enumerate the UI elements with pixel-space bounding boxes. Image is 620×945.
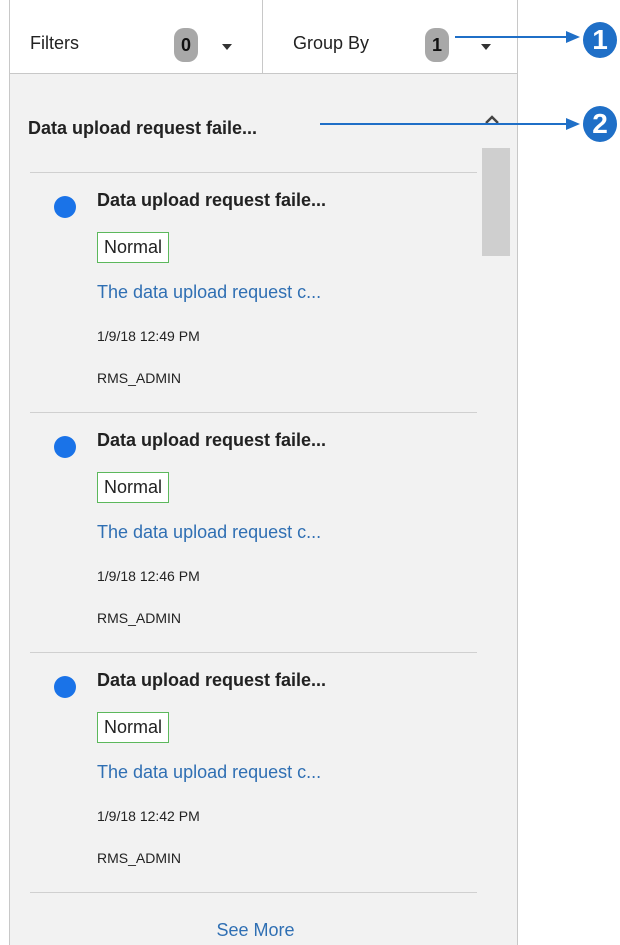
notification-item[interactable]: Data upload request faile... Normal The … (10, 652, 480, 892)
priority-badge: Normal (97, 472, 170, 503)
notification-title: Data upload request faile... (97, 430, 327, 450)
notification-description[interactable]: The data upload request c... (97, 282, 321, 303)
notification-title: Data upload request faile... (97, 670, 327, 690)
filters-button[interactable]: Filters 0 (10, 0, 263, 73)
notification-user: RMS_ADMIN (97, 610, 182, 626)
notifications-panel: Filters 0 Group By 1 Data upload request… (9, 0, 518, 945)
notification-description[interactable]: The data upload request c... (97, 522, 321, 543)
notification-user: RMS_ADMIN (97, 850, 182, 866)
group-by-count-badge: 1 (425, 28, 449, 62)
callout-arrowhead-1 (566, 31, 580, 43)
unread-dot-icon (54, 196, 76, 218)
divider (30, 892, 477, 893)
group-header-title[interactable]: Data upload request faile... (28, 118, 257, 139)
notification-user: RMS_ADMIN (97, 370, 182, 386)
chevron-up-icon[interactable] (484, 112, 500, 128)
toolbar: Filters 0 Group By 1 (10, 0, 517, 74)
see-more-link[interactable]: See More (10, 920, 501, 941)
group-by-button[interactable]: Group By 1 (263, 0, 517, 73)
notification-item[interactable]: Data upload request faile... Normal The … (10, 172, 480, 412)
unread-dot-icon (54, 676, 76, 698)
group-by-label: Group By (293, 33, 370, 53)
scrollbar-thumb[interactable] (482, 148, 510, 256)
priority-badge: Normal (97, 712, 170, 743)
callout-badge-2: 2 (583, 106, 617, 142)
notification-timestamp: 1/9/18 12:49 PM (97, 328, 200, 344)
chevron-down-icon (481, 44, 491, 50)
unread-dot-icon (54, 436, 76, 458)
notification-description[interactable]: The data upload request c... (97, 762, 321, 783)
callout-arrowhead-2 (566, 118, 580, 130)
filters-count-badge: 0 (174, 28, 198, 62)
notification-item[interactable]: Data upload request faile... Normal The … (10, 412, 480, 652)
priority-badge: Normal (97, 232, 170, 263)
filters-label: Filters (30, 33, 79, 53)
notification-timestamp: 1/9/18 12:46 PM (97, 568, 200, 584)
notification-timestamp: 1/9/18 12:42 PM (97, 808, 200, 824)
notification-title: Data upload request faile... (97, 190, 327, 210)
scrollbar-track[interactable] (480, 148, 510, 945)
callout-badge-1: 1 (583, 22, 617, 58)
chevron-down-icon (222, 44, 232, 50)
